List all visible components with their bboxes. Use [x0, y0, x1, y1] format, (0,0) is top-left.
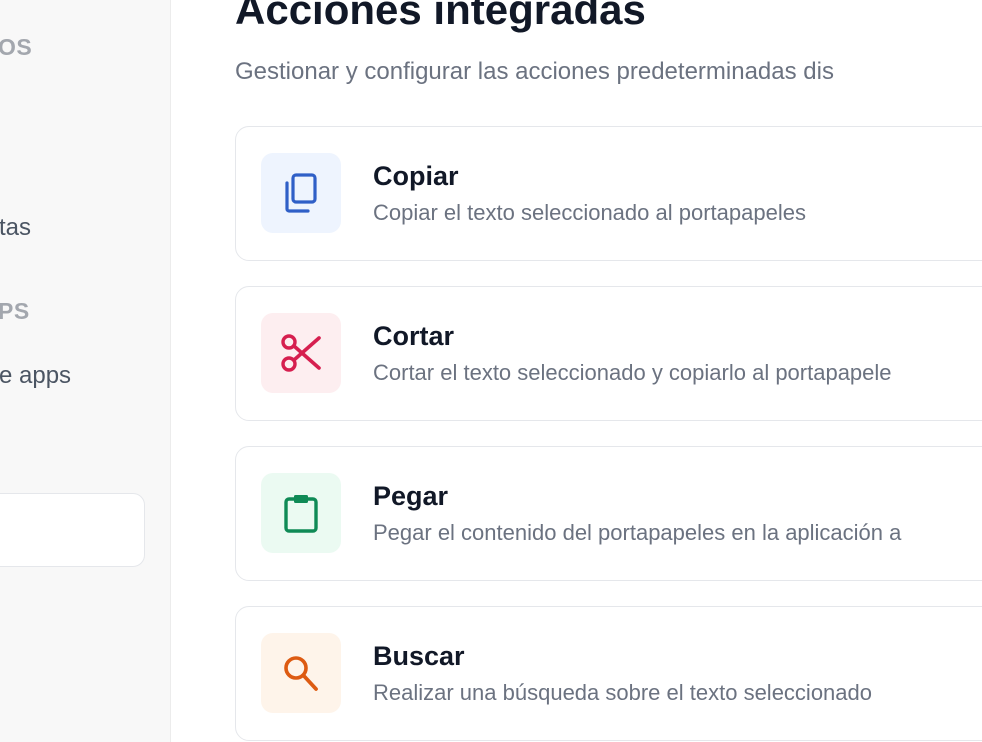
scissors-icon	[281, 334, 321, 372]
sidebar-item-2[interactable]: e apps	[0, 362, 71, 390]
sidebar-section-heading-2: PS	[0, 298, 30, 324]
copy-icon	[285, 173, 317, 213]
clipboard-icon	[284, 495, 318, 533]
action-card-copy[interactable]: Copiar Copiar el texto seleccionado al p…	[235, 126, 982, 261]
action-description: Realizar una búsqueda sobre el texto sel…	[373, 680, 872, 705]
sidebar-item-1[interactable]: tas	[0, 214, 31, 242]
page-subtitle: Gestionar y configurar las acciones pred…	[235, 58, 834, 85]
action-title: Cortar	[373, 321, 455, 351]
search-icon	[284, 656, 318, 691]
action-card-paste[interactable]: Pegar Pegar el contenido del portapapele…	[235, 446, 982, 581]
action-title: Pegar	[373, 481, 449, 511]
sidebar: OS tas PS e apps	[0, 0, 171, 742]
action-description: Pegar el contenido del portapapeles en l…	[373, 520, 902, 545]
sidebar-section-heading-1: OS	[0, 34, 33, 60]
icon-tile	[261, 473, 341, 553]
action-description: Cortar el texto seleccionado y copiarlo …	[373, 360, 892, 385]
action-description: Copiar el texto seleccionado al portapap…	[373, 200, 806, 225]
page-title: Acciones integradas	[235, 0, 646, 33]
action-card-search[interactable]: Buscar Realizar una búsqueda sobre el te…	[235, 606, 982, 741]
icon-tile	[261, 153, 341, 233]
main-content: Acciones integradas Gestionar y configur…	[171, 0, 982, 742]
icon-tile	[261, 313, 341, 393]
action-title: Buscar	[373, 641, 465, 671]
sidebar-card[interactable]	[0, 493, 145, 567]
icon-tile	[261, 633, 341, 713]
action-title: Copiar	[373, 161, 459, 191]
app-window: OS tas PS e apps Acciones integradas Ges…	[0, 0, 982, 742]
action-card-cut[interactable]: Cortar Cortar el texto seleccionado y co…	[235, 286, 982, 421]
